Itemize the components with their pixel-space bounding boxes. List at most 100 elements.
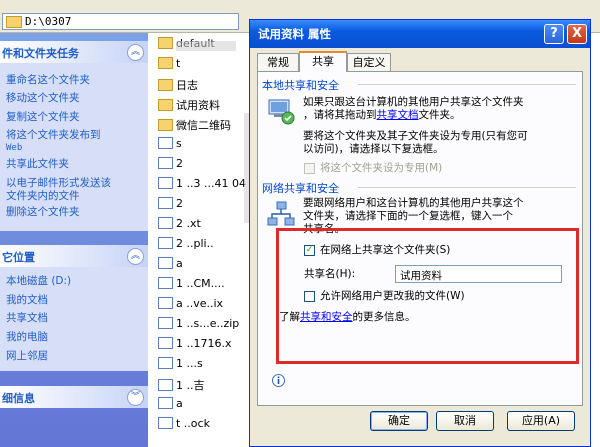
dialog-title-bar[interactable]: 试用资料 属性 ? X [250,20,590,48]
local-sharing-group-title: 本地共享和安全 [262,79,339,92]
apply-button[interactable]: 应用(A) [507,411,575,431]
task-move[interactable]: 移动这个文件夹 [6,92,80,105]
task-rename[interactable]: 重命名这个文件夹 [6,74,90,87]
file-name: 试用资料 [176,99,220,112]
shared-folder-icon [268,99,295,125]
file-name: a ..ve..ix [176,297,224,310]
tasks-panel-body: 重命名这个文件夹 移动这个文件夹 复制这个文件夹 将这个文件夹发布到 Web 共… [0,63,148,231]
task-email-line2[interactable]: 文件夹内的文件 [6,190,80,203]
make-private-label: 将这个文件夹设为专用(M) [320,162,443,174]
private-text-line1: 要将这个文件夹及其子文件夹设为专用(只有您可 [303,130,528,142]
file-list-item[interactable]: a [158,257,183,271]
details-panel-header[interactable]: 细信息 ︾ [0,386,148,408]
task-share[interactable]: 共享此文件夹 [6,158,69,171]
help-button[interactable]: ? [544,24,564,44]
ok-button[interactable]: 确定 [370,411,428,431]
cancel-button[interactable]: 取消 [436,411,494,431]
file-list-item[interactable]: t [158,57,180,71]
file-list-item[interactable]: s [158,137,182,151]
file-name: 2 ..pli.. [176,237,214,250]
file-list-item[interactable]: 日志 [158,77,198,92]
details-panel-title: 细信息 [2,392,35,405]
file-list-item[interactable]: 微信二维码 [158,117,231,132]
file-icon [158,237,173,249]
task-delete[interactable]: 删除这个文件夹 [6,206,80,219]
file-list-item[interactable]: a ..ve..ix [158,297,223,311]
file-icon [158,257,173,269]
file-name: 1 ..1716.x [176,337,232,350]
file-icon [158,337,173,349]
file-name: 2 .xt [176,217,201,230]
places-panel-header[interactable]: 它位置 ︽ [0,245,148,267]
tasks-panel-title: 件和文件夹任务 [2,47,79,60]
make-private-checkbox[interactable] [304,163,315,174]
collapse-up-icon[interactable]: ︽ [127,248,144,265]
shared-documents-link[interactable]: 共享文档 [377,109,419,121]
file-name: 1 ..CM.... [176,277,225,290]
collapse-up-icon[interactable]: ︽ [127,44,144,61]
file-icon [158,177,173,189]
task-publish[interactable]: 将这个文件夹发布到 [6,129,101,142]
file-icon [158,197,173,209]
file-list: defaultt日志试用资料微信二维码s21 ..3 ...41 0422 .x… [148,33,528,447]
task-copy[interactable]: 复制这个文件夹 [6,111,80,124]
places-panel-body: 本地磁盘 (D:) 我的文档 共享文档 我的电脑 网上邻居 [0,267,148,371]
file-list-item[interactable]: 2 [158,157,183,171]
address-input[interactable]: D:\0307 [2,13,239,30]
tasks-panel-header[interactable]: 件和文件夹任务 ︽ [0,41,148,63]
dialog-title: 试用资料 属性 [258,27,332,41]
network-share-icon [267,201,295,226]
file-name: 微信二维码 [176,119,231,132]
file-list-item[interactable]: 1 ..CM.... [158,277,225,291]
file-list-item[interactable]: 1 ..吉 [158,377,205,392]
group-divider [358,187,576,188]
file-name: a [176,257,183,270]
file-list-item[interactable]: 2 .xt [158,217,201,231]
file-list-item[interactable]: 1 ...s [158,357,203,371]
file-list-item[interactable]: 2 [158,197,183,211]
local-sharing-text-line2: ，请将其拖动到共享文档文件夹。 [303,109,461,122]
file-name: s [176,137,182,150]
places-panel-title: 它位置 [2,251,35,264]
tab-customize[interactable]: 自定义 [347,53,391,71]
task-email[interactable]: 以电子邮件形式发送该 [6,177,111,190]
place-my-documents[interactable]: 我的文档 [6,294,48,307]
place-shared-documents[interactable]: 共享文档 [6,312,48,325]
properties-dialog: 试用资料 属性 ? X 常规 共享 自定义 本地共享和安全 如果只跟这台计算机的… [249,19,591,447]
highlight-annotation-box [276,228,579,364]
tab-general[interactable]: 常规 [257,53,299,71]
private-text-line2: 以访问)，请选择以下复选框。 [303,143,444,155]
file-list-item[interactable]: 2 ..pli.. [158,237,214,251]
collapse-down-icon[interactable]: ︾ [127,389,144,406]
file-list-item[interactable]: 1 ..s...e..zip [158,317,239,331]
place-local-disk[interactable]: 本地磁盘 (D:) [6,275,71,288]
redaction-blur [176,41,236,51]
task-publish-web[interactable]: Web [6,142,22,155]
file-name: t ..ock [176,417,210,430]
file-icon [158,397,173,409]
network-sharing-group-title: 网络共享和安全 [262,182,339,195]
network-text-line2: 文件夹，请选择下面的一个复选框，键入一个 [303,210,513,222]
file-list-item[interactable]: 1 ..3 ...41 04 [158,177,246,191]
close-button[interactable]: X [567,24,587,44]
place-my-computer[interactable]: 我的电脑 [6,331,48,344]
task-pane: 件和文件夹任务 ︽ 重命名这个文件夹 移动这个文件夹 复制这个文件夹 将这个文件… [0,33,148,447]
file-list-item[interactable]: 1 ..1716.x [158,337,232,351]
place-network[interactable]: 网上邻居 [6,350,48,363]
file-list-item[interactable]: t ..ock [158,417,210,431]
folder-icon [158,37,173,49]
file-icon [158,317,173,329]
tab-sharing[interactable]: 共享 [299,51,347,72]
file-name: 2 [176,157,183,170]
file-list-item[interactable]: a [158,397,183,411]
address-text: D:\0307 [25,15,72,28]
local-sharing-text-line1: 如果只跟这台计算机的其他用户共享这个文件夹 [303,96,524,108]
local-sharing-text-prefix: ，请将其拖动到 [303,109,377,121]
file-icon [158,357,173,369]
file-name: 1 ...s [176,357,203,370]
file-name: t [176,57,181,70]
file-list-item[interactable]: 试用资料 [158,97,220,112]
file-name: 2 [176,197,183,210]
file-icon [158,417,173,429]
group-divider [358,84,576,85]
